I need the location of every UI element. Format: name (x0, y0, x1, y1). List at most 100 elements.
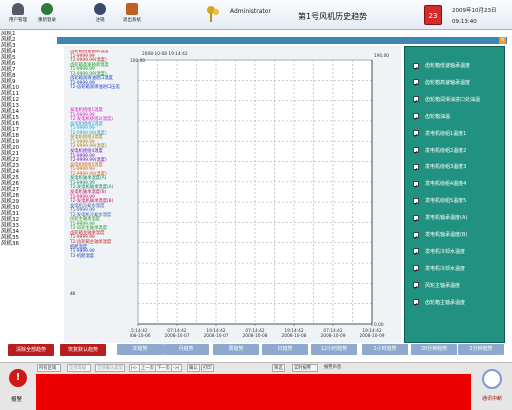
checkbox-icon[interactable] (413, 281, 419, 296)
signal-label: 发电机绕组3温度3 (425, 164, 467, 171)
alarm-sound-toggle[interactable]: 报警声音 (323, 364, 349, 372)
exit-icon (126, 3, 138, 15)
alarm-controls: 所有区域 全部等级 全部确认类型 |<- 上一页 下一页 ->| 确认 打印 筛… (37, 364, 357, 373)
x-tick-date: 2008-10-08 (282, 333, 307, 339)
logout-button[interactable]: 注销 (86, 2, 114, 28)
checkbox-icon[interactable] (413, 264, 419, 279)
checkbox-icon[interactable] (413, 180, 419, 195)
checkbox-icon[interactable] (413, 163, 419, 178)
close-icon[interactable]: × (499, 37, 506, 44)
next-page-button[interactable]: 下一页 (155, 364, 172, 372)
signal-label: 发电机轴承温度(B) (425, 232, 468, 238)
signal-label: 发电机绕组5温度5 (425, 198, 467, 205)
signal-checkbox[interactable]: 发电机轴承温度(A) (413, 211, 503, 229)
user-management-label: 用户管理 (9, 18, 27, 23)
signal-label: 齿轮箱低速轴承温度 (425, 63, 471, 69)
signal-checkbox[interactable]: 发电机绕组5温度5 (413, 194, 503, 212)
signal-checkbox[interactable]: 齿轮箱主轴承温度 (413, 296, 503, 313)
legend-count: 4ll (70, 292, 76, 297)
range-button[interactable]: 日趋势 (262, 344, 308, 355)
signal-label: 齿轮箱高速轴承温度 (425, 79, 471, 86)
signal-label: 发电机冷却水温度 (425, 265, 466, 272)
logout-label: 注销 (95, 18, 105, 23)
checkbox-icon[interactable] (413, 62, 419, 77)
comm-status: 通讯中断 (474, 365, 510, 410)
legend-entry: T2-机舱温度 (70, 253, 95, 259)
signal-label: 齿轮箱主轴承温度 (425, 299, 466, 306)
turbine-list-item[interactable]: 风机36 (1, 241, 57, 247)
last-page-button[interactable]: ->| (171, 364, 182, 372)
range-button[interactable]: 1小时趋势 (362, 344, 408, 355)
prev-page-button[interactable]: 上一页 (139, 364, 156, 372)
signal-label: 发电机绕组1温度1 (425, 130, 467, 137)
filter-button[interactable]: 筛选 (272, 364, 285, 372)
range-button[interactable]: 周趋势 (213, 344, 259, 355)
x-tick-date: 2008-10-09 (360, 333, 385, 339)
signal-checkbox[interactable]: 发电机冷却水温度 (413, 262, 503, 279)
signal-checkbox[interactable]: 发电机绕组1温度1 (413, 127, 503, 144)
alarm-icon[interactable]: ! (9, 369, 27, 387)
panel-title-bar (57, 37, 507, 44)
range-button[interactable]: 30分钟趋势 (411, 344, 457, 355)
checkbox-icon[interactable] (413, 247, 419, 262)
area-select[interactable]: 所有区域 (37, 364, 61, 372)
current-user: Administrator (230, 8, 271, 15)
checkbox-icon[interactable] (413, 231, 419, 246)
range-button[interactable]: 12小时趋势 (311, 344, 357, 355)
print-button[interactable]: 打印 (201, 364, 214, 372)
signal-checkbox[interactable]: 齿轮箱油温 (413, 110, 503, 127)
signal-label: 齿轮箱润滑油进口处油温 (425, 96, 481, 103)
checkbox-icon[interactable] (413, 298, 419, 313)
clear-all-trends-button[interactable]: 清除全部趋势 (8, 344, 54, 356)
exit-label: 退出系统 (123, 18, 141, 23)
x-tick-date: 2008-10-08 (243, 333, 268, 339)
checkbox-icon[interactable] (413, 146, 419, 161)
checkbox-icon[interactable] (413, 214, 419, 229)
y-max-label: 190.00 (374, 53, 389, 59)
checkbox-icon[interactable] (413, 112, 419, 127)
user-management-icon (12, 3, 24, 15)
signal-checkbox[interactable]: 发电机绕组2温度2 (413, 144, 503, 161)
checkbox-icon[interactable] (413, 197, 419, 212)
signal-checkbox[interactable]: 齿轮箱高速轴承温度 (413, 76, 503, 93)
signal-checkbox[interactable]: 齿轮箱低速轴承温度 (413, 59, 503, 77)
relogin-button[interactable]: 重新登录 (33, 2, 61, 28)
exit-system-button[interactable]: 退出系统 (118, 2, 146, 28)
trend-chart: 2008-10-08 19:14:42 190.00100.000.0015:14… (130, 51, 389, 339)
comm-status-label: 通讯中断 (481, 396, 502, 402)
y-left-max-label: 100.00 (130, 58, 145, 64)
ack-select[interactable]: 全部确认类型 (95, 364, 125, 372)
x-tick-date: 2008-10-06 (130, 333, 151, 339)
user-management-button[interactable]: 用户管理 (4, 2, 32, 28)
signal-label: 齿轮箱油温 (425, 113, 451, 120)
signal-checkbox[interactable]: 齿轮箱润滑油进口处油温 (413, 93, 503, 110)
range-button[interactable]: 月趋势 (163, 344, 209, 355)
chart-timestamp: 2008-10-08 19:14:42 (142, 51, 188, 57)
turbine-list: 风机1 风机2 风机3 风机4 风机5 风机6 风机7 风机8 风机9 风机10 风机11 风机12 风… (1, 31, 57, 340)
x-tick-date: 2008-10-09 (321, 333, 346, 339)
realtime-alarm-select[interactable]: 实时报警 (292, 364, 318, 372)
alarm-list (36, 374, 471, 410)
signal-label: 发电机绕组4温度4 (425, 181, 467, 188)
confirm-button[interactable]: 确认 (187, 364, 200, 372)
time-text: 09:13:40 (452, 19, 477, 25)
signal-checkbox[interactable]: 发电机轴承温度(B) (413, 228, 503, 246)
signal-checkbox[interactable]: 发电机绕组3温度3 (413, 160, 503, 178)
level-select[interactable]: 全部等级 (67, 364, 91, 372)
signal-checkbox[interactable]: 发电机绕组4温度4 (413, 177, 503, 195)
signal-checkbox[interactable]: 风轮主轴承温度 (413, 279, 503, 296)
relogin-label: 重新登录 (38, 18, 56, 23)
signal-label: 发电机轴承温度(A) (425, 215, 468, 222)
restore-default-trends-button[interactable]: 恢复默认趋势 (60, 344, 106, 356)
checkbox-icon[interactable] (413, 95, 419, 110)
range-button[interactable]: 年趋势 (117, 344, 163, 355)
checkbox-icon[interactable] (413, 78, 419, 93)
relogin-icon (41, 3, 53, 15)
signal-label: 发电机绕组2温度2 (425, 147, 467, 154)
signal-checkbox[interactable]: 发电机冷却水温度 (413, 245, 503, 262)
checkbox-icon[interactable] (413, 129, 419, 144)
x-tick-date: 2008-10-07 (204, 333, 229, 339)
range-button[interactable]: 5分钟趋势 (458, 344, 504, 355)
logout-icon (94, 3, 106, 15)
datetime: 2009年10月23日 09:13:40 (452, 6, 497, 28)
